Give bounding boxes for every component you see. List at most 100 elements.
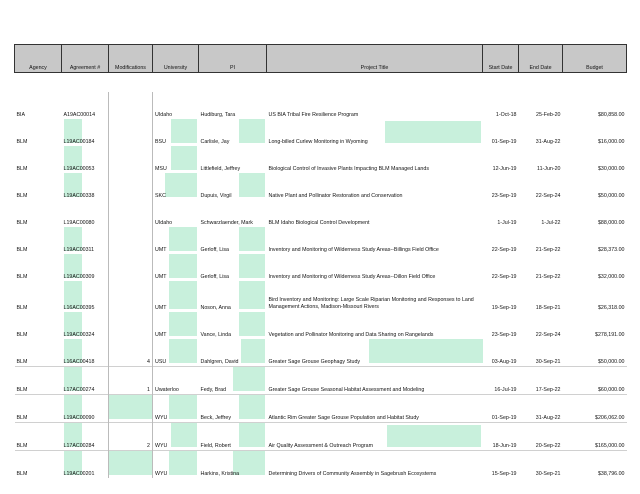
- cell-start[interactable]: 01-Sep-19: [483, 395, 519, 423]
- cell-modifications[interactable]: [108, 92, 153, 119]
- table-row[interactable]: BLM L19AC00090 WYU Beck, Jeffrey Atlanti…: [14, 394, 627, 423]
- cell-budget[interactable]: $32,000.00: [563, 254, 627, 281]
- cell-title[interactable]: BLM Idaho Biological Control Development: [267, 200, 483, 227]
- cell-budget[interactable]: $206,062.00: [563, 395, 627, 423]
- cell-pi[interactable]: Gerloff, Lisa: [199, 227, 267, 254]
- cell-agreement[interactable]: L19AC00201: [62, 451, 109, 479]
- cell-pi[interactable]: Littlefield, Jeffrey: [199, 146, 267, 173]
- table-row[interactable]: BLM L19AC00324 UMT Vance, Linda Vegetati…: [15, 312, 627, 339]
- cell-title[interactable]: Long-billed Curlew Monitoring in Wyoming: [267, 119, 483, 146]
- cell-budget[interactable]: $26,318.00: [563, 281, 627, 312]
- cell-agency[interactable]: BLM: [15, 146, 62, 173]
- table-row[interactable]: BLM L19AC00311 UMT Gerloff, Lisa Invento…: [15, 227, 627, 254]
- cell-start[interactable]: 16-Jul-19: [483, 367, 519, 395]
- cell-budget[interactable]: $30,000.00: [563, 146, 627, 173]
- cell-agency[interactable]: BLM: [15, 423, 62, 451]
- cell-agreement[interactable]: L17AC00284: [62, 423, 109, 451]
- cell-modifications[interactable]: [108, 281, 153, 312]
- cell-agreement[interactable]: L19AC00338: [62, 173, 109, 200]
- cell-university[interactable]: USU: [153, 339, 199, 367]
- cell-start[interactable]: 15-Sep-19: [483, 451, 519, 479]
- cell-agreement[interactable]: L16AC00418: [62, 339, 109, 367]
- cell-pi[interactable]: Noson, Anna: [199, 281, 267, 312]
- cell-start[interactable]: 1-Oct-18: [483, 92, 519, 119]
- table-row[interactable]: BLM L16AC00395 UMT Noson, Anna Bird Inve…: [15, 281, 627, 312]
- cell-budget[interactable]: $80,858.00: [563, 92, 627, 119]
- cell-end[interactable]: 18-Sep-21: [519, 281, 563, 312]
- cell-end[interactable]: 31-Aug-22: [519, 395, 563, 423]
- cell-title[interactable]: Inventory and Monitoring of Wilderness S…: [267, 254, 483, 281]
- cell-university[interactable]: SKC: [153, 173, 199, 200]
- cell-agency[interactable]: BLM: [15, 395, 62, 423]
- cell-title[interactable]: Determining Drivers of Community Assembl…: [267, 451, 483, 479]
- cell-modifications[interactable]: 4: [108, 339, 153, 367]
- cell-end[interactable]: 17-Sep-22: [519, 367, 563, 395]
- cell-agency[interactable]: BIA: [15, 92, 62, 119]
- col-header-pi[interactable]: PI: [198, 44, 267, 73]
- table-row[interactable]: BLM L16AC00418 4 USU Dahlgren, David Gre…: [14, 339, 627, 367]
- cell-agency[interactable]: BLM: [15, 200, 62, 227]
- table-row[interactable]: BLM L19AC00184 BSU Carlisle, Jay Long-bi…: [15, 119, 627, 146]
- cell-title[interactable]: Inventory and Monitoring of Wilderness S…: [267, 227, 483, 254]
- cell-pi[interactable]: Hudiburg, Tara: [199, 92, 267, 119]
- cell-pi[interactable]: Harkins, Kristina: [199, 451, 267, 479]
- cell-title[interactable]: Bird Inventory and Monitoring: Large Sca…: [267, 281, 483, 312]
- table-row[interactable]: BLM L19AC00201 WYU Harkins, Kristina Det…: [15, 450, 627, 479]
- cell-end[interactable]: 21-Sep-22: [519, 227, 563, 254]
- cell-pi[interactable]: Dupuis, Virgil: [199, 173, 267, 200]
- table-row[interactable]: BLM L17AC00274 1 Uwaterloo Fedy, Brad Gr…: [14, 366, 627, 395]
- cell-budget[interactable]: $278,191.00: [563, 312, 627, 339]
- cell-pi[interactable]: Field, Robert: [199, 423, 267, 451]
- cell-university[interactable]: UIdaho: [153, 200, 199, 227]
- cell-modifications[interactable]: [108, 394, 153, 423]
- table-row[interactable]: BLM L19AC00053 MSU Littlefield, Jeffrey …: [15, 146, 627, 173]
- cell-modifications[interactable]: [108, 173, 153, 200]
- cell-title[interactable]: Greater Sage Grouse Seasonal Habitat Ass…: [267, 367, 483, 395]
- cell-pi[interactable]: Vance, Linda: [199, 312, 267, 339]
- cell-end[interactable]: 21-Sep-22: [519, 254, 563, 281]
- cell-title[interactable]: Vegetation and Pollinator Monitoring and…: [267, 312, 483, 339]
- col-header-agency[interactable]: Agency: [14, 44, 62, 73]
- cell-university[interactable]: UMT: [153, 254, 199, 281]
- cell-start[interactable]: 23-Sep-19: [483, 173, 519, 200]
- cell-modifications[interactable]: [108, 450, 153, 478]
- cell-end[interactable]: 20-Sep-22: [519, 423, 563, 451]
- cell-start[interactable]: 23-Sep-19: [483, 312, 519, 339]
- cell-start[interactable]: 22-Sep-19: [483, 254, 519, 281]
- cell-agency[interactable]: BLM: [15, 227, 62, 254]
- cell-agreement[interactable]: L19AC00053: [62, 146, 109, 173]
- cell-university[interactable]: UMT: [153, 281, 199, 312]
- cell-modifications[interactable]: 2: [108, 422, 153, 451]
- cell-agency[interactable]: BLM: [15, 451, 62, 479]
- cell-start[interactable]: 19-Sep-19: [483, 281, 519, 312]
- cell-pi[interactable]: Dahlgren, David: [199, 339, 267, 367]
- table-row[interactable]: BLM L17AC00284 2 WYU Field, Robert Air Q…: [14, 422, 627, 451]
- cell-university[interactable]: Uwaterloo: [153, 367, 199, 395]
- cell-agreement[interactable]: L19AC00309: [62, 254, 109, 281]
- cell-university[interactable]: BSU: [153, 119, 199, 146]
- cell-agreement[interactable]: L19AC00080: [62, 200, 109, 227]
- cell-start[interactable]: 12-Jun-19: [483, 146, 519, 173]
- cell-agency[interactable]: BLM: [15, 312, 62, 339]
- cell-start[interactable]: 1-Jul-19: [483, 200, 519, 227]
- cell-budget[interactable]: $60,000.00: [563, 367, 627, 395]
- table-row[interactable]: BLM L19AC00080 UIdaho Schwarzlaender, Ma…: [15, 200, 627, 227]
- cell-modifications[interactable]: [108, 312, 153, 339]
- cell-end[interactable]: 22-Sep-24: [519, 173, 563, 200]
- cell-modifications[interactable]: [108, 119, 153, 146]
- col-header-end-date[interactable]: End Date: [518, 44, 563, 73]
- table-row[interactable]: BIA A19AC00014 UIdaho Hudiburg, Tara US …: [15, 92, 627, 119]
- cell-budget[interactable]: $165,000.00: [563, 423, 627, 451]
- col-header-modifications[interactable]: Modifications: [108, 44, 153, 73]
- cell-end[interactable]: 31-Aug-22: [519, 119, 563, 146]
- cell-university[interactable]: WYU: [153, 451, 199, 479]
- cell-start[interactable]: 22-Sep-19: [483, 227, 519, 254]
- col-header-university[interactable]: University: [152, 44, 199, 73]
- cell-start[interactable]: 01-Sep-19: [483, 119, 519, 146]
- cell-budget[interactable]: $50,000.00: [563, 339, 627, 367]
- cell-agency[interactable]: BLM: [15, 281, 62, 312]
- cell-title[interactable]: Biological Control of Invasive Plants Im…: [267, 146, 483, 173]
- cell-end[interactable]: 30-Sep-21: [519, 451, 563, 479]
- cell-pi[interactable]: Gerloff, Lisa: [199, 254, 267, 281]
- cell-end[interactable]: 30-Sep-21: [519, 339, 563, 367]
